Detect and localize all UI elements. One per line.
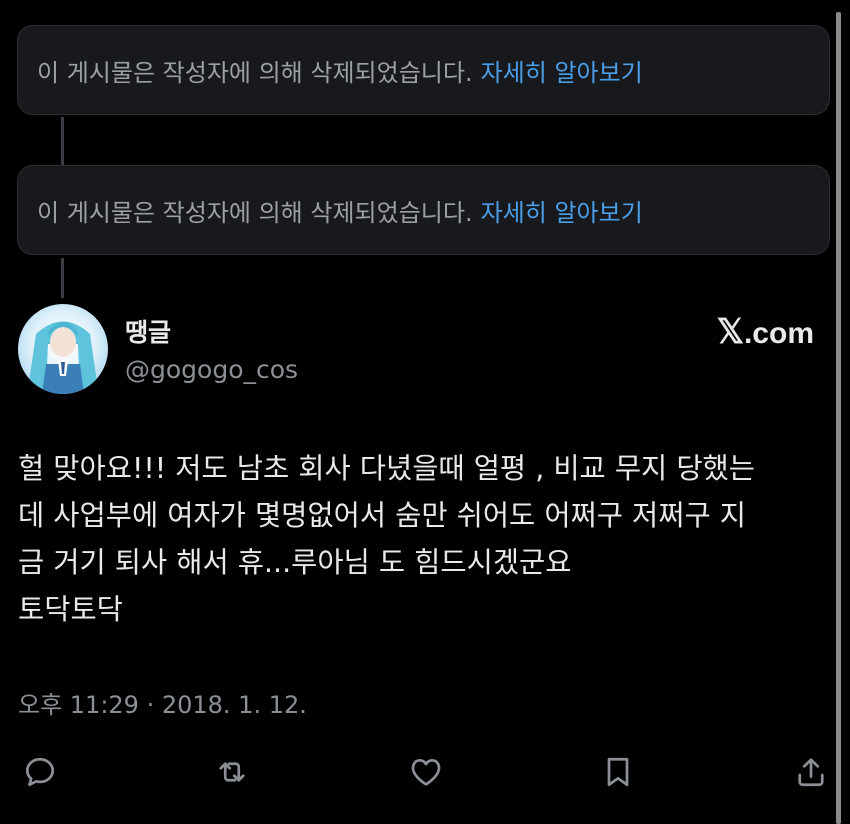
retweet-icon	[219, 762, 245, 782]
tweet-text-line: 금 거기 퇴사 해서 휴...루아님 도 힘드시겠군요	[18, 546, 572, 579]
deleted-post-card: 이 게시물은 작성자에 의해 삭제되었습니다. 자세히 알아보기	[17, 25, 830, 115]
deleted-post-card: 이 게시물은 작성자에 의해 삭제되었습니다. 자세히 알아보기	[17, 165, 830, 255]
bookmark-button[interactable]	[596, 750, 640, 794]
thread-line	[61, 258, 64, 298]
tweet-text-line: 토닥토닥	[18, 593, 123, 626]
author-handle[interactable]: @gogogo_cos	[125, 355, 298, 384]
like-button[interactable]	[404, 750, 448, 794]
tweet-timestamp[interactable]: 오후 11:29 · 2018. 1. 12.	[18, 685, 307, 720]
share-button[interactable]	[789, 750, 833, 794]
retweet-button[interactable]	[210, 750, 254, 794]
like-icon	[411, 758, 441, 786]
x-logo: 𝕏.com	[717, 312, 814, 352]
avatar[interactable]	[18, 304, 108, 394]
tweet-text-line: 헐 맞아요!!! 저도 남초 회사 다녔을때 얼평 , 비교 무지 당했는	[18, 452, 755, 485]
deleted-post-message: 이 게시물은 작성자에 의해 삭제되었습니다.	[37, 58, 473, 87]
reply-button[interactable]	[18, 750, 62, 794]
scrollbar[interactable]	[836, 12, 841, 824]
tweet-page: 이 게시물은 작성자에 의해 삭제되었습니다. 자세히 알아보기 이 게시물은 …	[0, 0, 850, 824]
tweet-text: 헐 맞아요!!! 저도 남초 회사 다녔을때 얼평 , 비교 무지 당했는 데 …	[18, 445, 828, 633]
deleted-post-message: 이 게시물은 작성자에 의해 삭제되었습니다.	[37, 198, 473, 227]
x-logo-icon: 𝕏	[716, 313, 744, 351]
reply-icon	[25, 757, 55, 787]
thread-line	[61, 117, 64, 165]
x-logo-domain: .com	[743, 317, 814, 350]
learn-more-link[interactable]: 자세히 알아보기	[481, 53, 643, 88]
learn-more-link[interactable]: 자세히 알아보기	[481, 193, 643, 228]
avatar-image	[18, 304, 108, 394]
author-display-name[interactable]: 땡글	[125, 313, 171, 349]
share-icon	[798, 758, 824, 787]
tweet-text-line: 데 사업부에 여자가 몇명없어서 숨만 쉬어도 어쩌구 저쩌구 지	[18, 499, 746, 532]
bookmark-icon	[607, 757, 629, 787]
